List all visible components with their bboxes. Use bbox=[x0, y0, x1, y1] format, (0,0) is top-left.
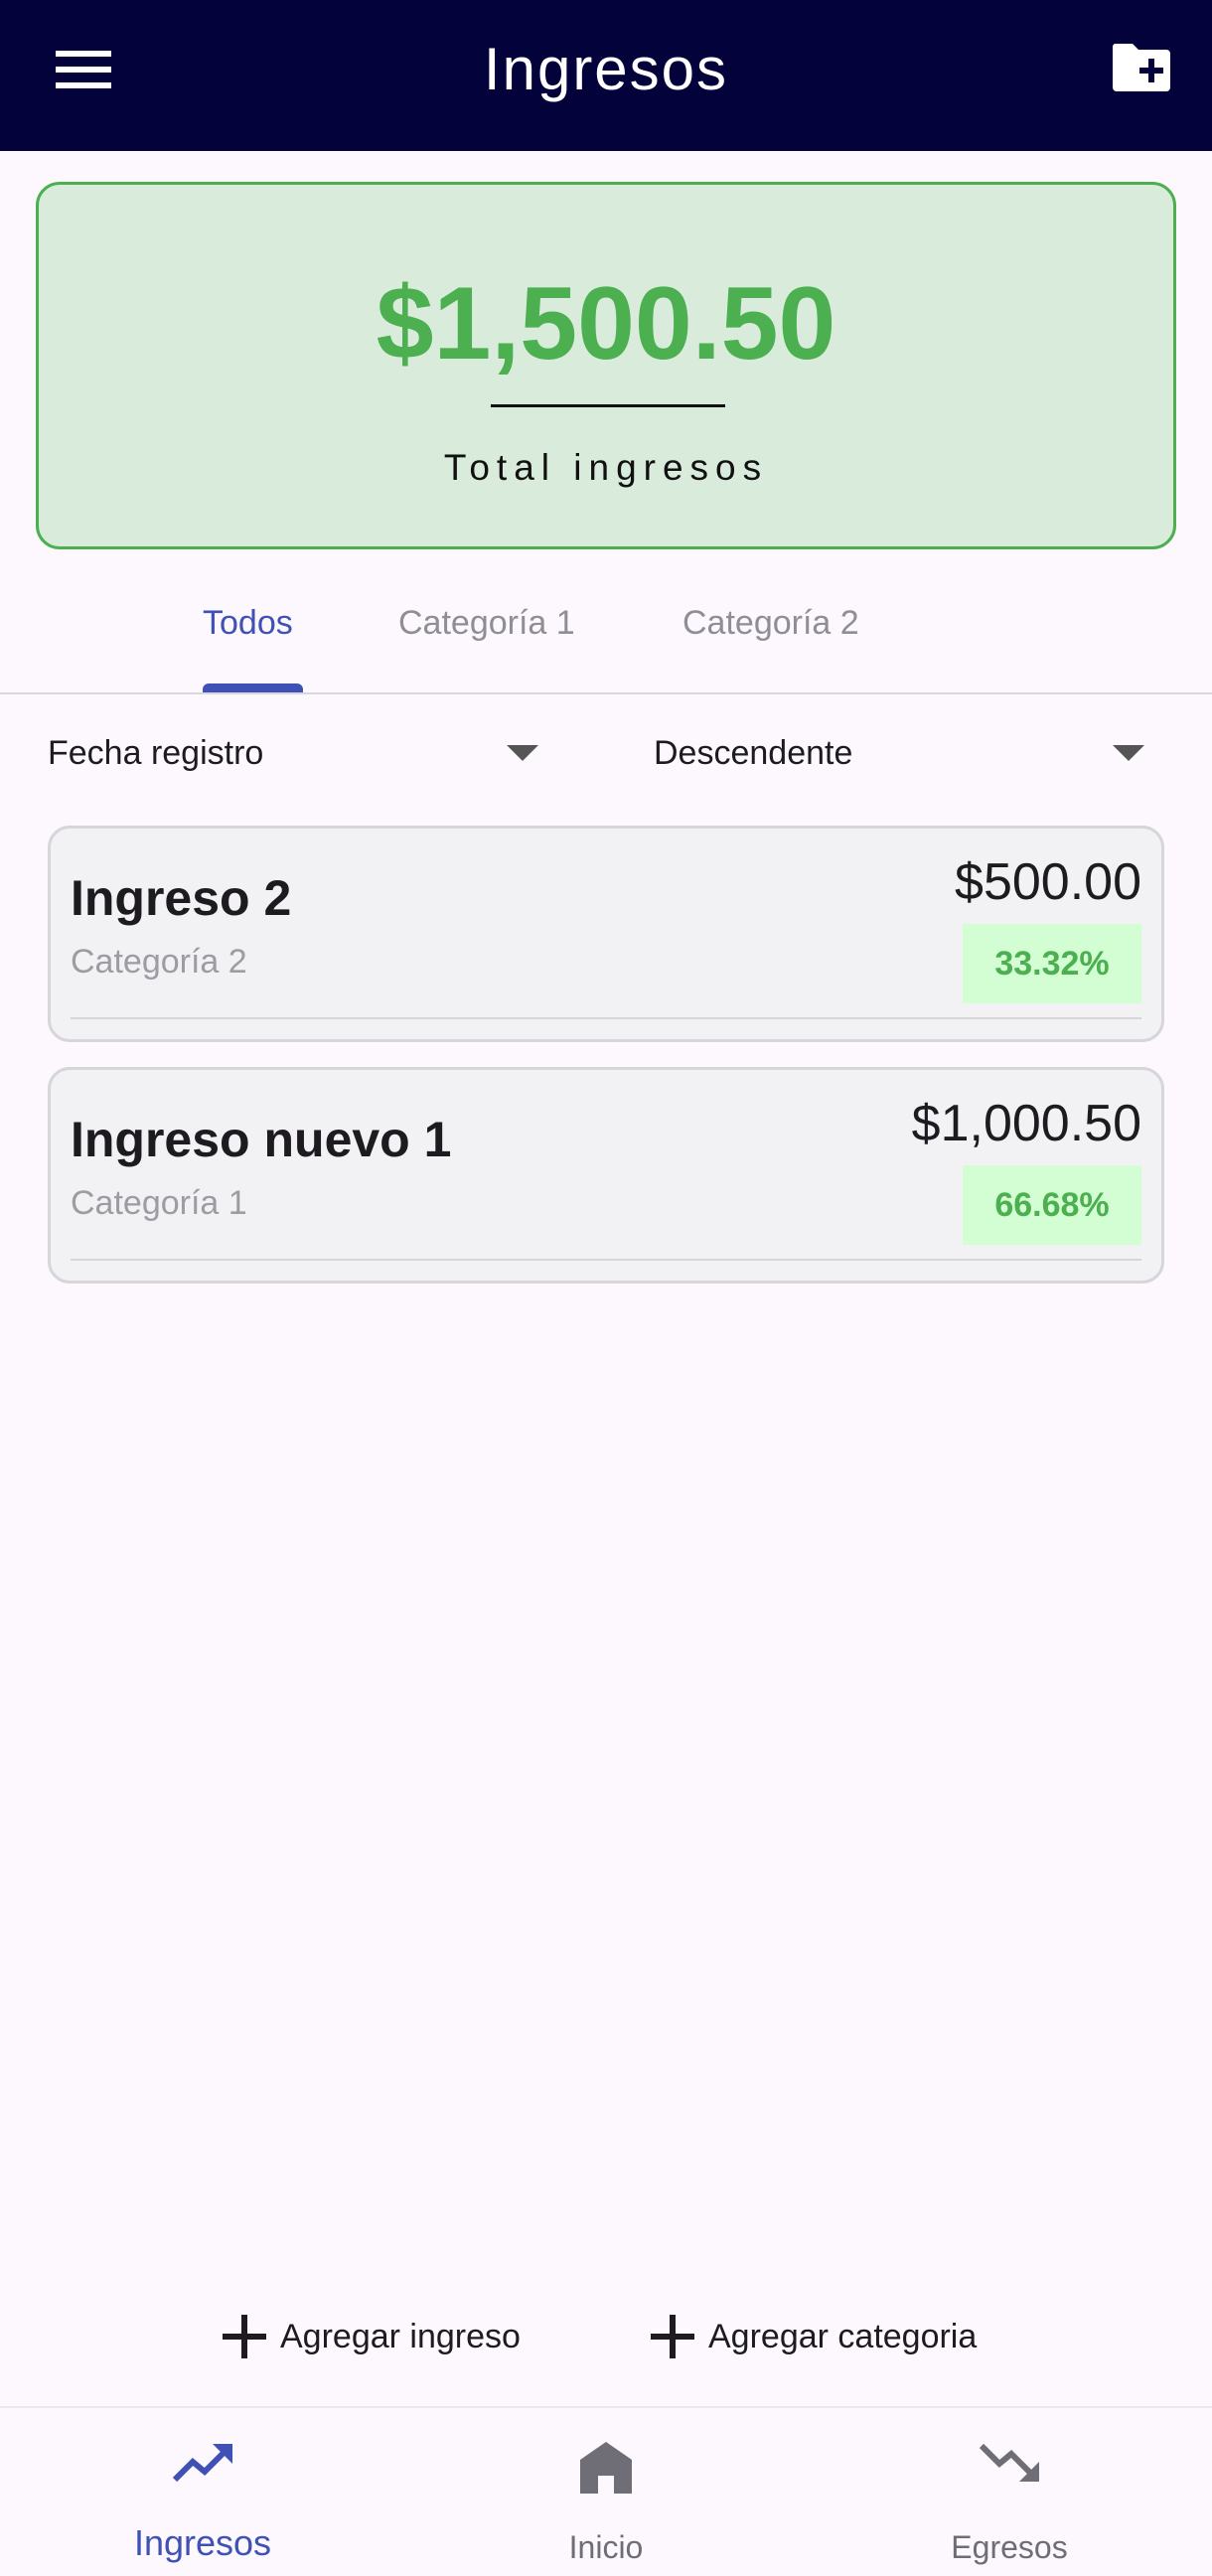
sort-field-dropdown[interactable]: Fecha registro bbox=[48, 725, 540, 781]
total-label: Total ingresos bbox=[443, 447, 769, 488]
list-item[interactable]: Ingreso 2 Categoría 2 $500.00 33.32% bbox=[48, 826, 1164, 1042]
tab-categoria-1[interactable]: Categoría 1 bbox=[398, 598, 575, 648]
total-income-card: $1,500.50 Total ingresos bbox=[36, 182, 1176, 549]
plus-icon bbox=[223, 2315, 266, 2358]
item-name: Ingreso nuevo 1 bbox=[71, 1112, 452, 1167]
nav-label: Egresos bbox=[951, 2529, 1068, 2565]
add-income-button[interactable]: Agregar ingreso bbox=[223, 2305, 550, 2374]
nav-inicio[interactable]: Inicio bbox=[477, 2408, 735, 2576]
folder-add-icon[interactable] bbox=[1111, 40, 1172, 93]
nav-ingresos[interactable]: Ingresos bbox=[74, 2408, 332, 2576]
item-amount: $500.00 bbox=[955, 853, 1141, 911]
item-name: Ingreso 2 bbox=[71, 870, 292, 926]
plus-icon bbox=[651, 2315, 694, 2358]
nav-label: Ingresos bbox=[133, 2522, 272, 2563]
trending-up-icon bbox=[172, 2444, 232, 2483]
item-divider bbox=[71, 1259, 1141, 1261]
add-income-label: Agregar ingreso bbox=[280, 2318, 521, 2355]
add-category-button[interactable]: Agregar categoria bbox=[651, 2305, 1008, 2374]
item-category: Categoría 1 bbox=[71, 1184, 247, 1222]
chevron-down-icon bbox=[507, 745, 538, 761]
item-percent-badge: 33.32% bbox=[963, 924, 1141, 1003]
app-bar: Ingresos bbox=[0, 0, 1212, 151]
item-divider bbox=[71, 1017, 1141, 1019]
total-amount: $1,500.50 bbox=[376, 266, 836, 381]
trending-down-icon bbox=[979, 2443, 1039, 2482]
item-category: Categoría 2 bbox=[71, 943, 247, 981]
tabs-divider bbox=[0, 692, 1212, 694]
sort-order-value: Descendente bbox=[654, 734, 853, 772]
item-amount: $1,000.50 bbox=[911, 1095, 1141, 1152]
home-icon bbox=[580, 2442, 632, 2494]
total-divider bbox=[491, 404, 725, 407]
list-item[interactable]: Ingreso nuevo 1 Categoría 1 $1,000.50 66… bbox=[48, 1067, 1164, 1284]
sort-order-dropdown[interactable]: Descendente bbox=[654, 725, 1146, 781]
sort-field-value: Fecha registro bbox=[48, 734, 264, 772]
tab-categoria-2[interactable]: Categoría 2 bbox=[682, 598, 859, 648]
bottom-navigation: Ingresos Inicio Egresos bbox=[0, 2406, 1212, 2576]
nav-egresos[interactable]: Egresos bbox=[880, 2408, 1138, 2576]
item-percent-badge: 66.68% bbox=[963, 1165, 1141, 1245]
chevron-down-icon bbox=[1113, 745, 1144, 761]
category-tabs: Todos Categoría 1 Categoría 2 bbox=[0, 576, 1212, 693]
add-category-label: Agregar categoria bbox=[708, 2318, 978, 2355]
page-title: Ingresos bbox=[483, 36, 729, 102]
nav-label: Inicio bbox=[568, 2529, 644, 2565]
tab-todos[interactable]: Todos bbox=[203, 598, 293, 648]
